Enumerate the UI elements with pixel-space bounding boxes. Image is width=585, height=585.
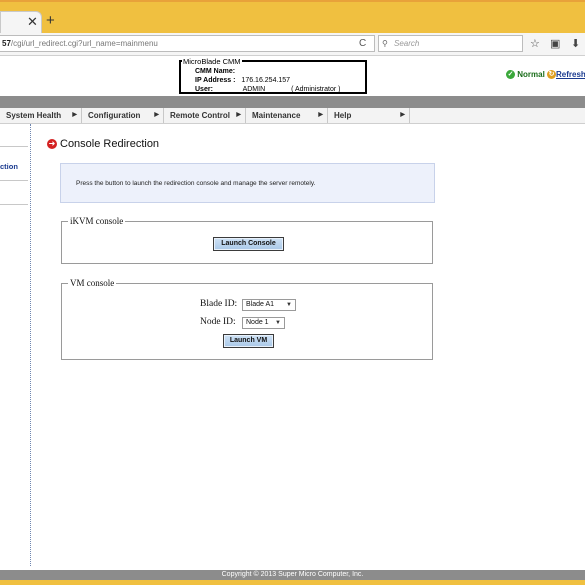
node-id-label: Node ID: [200,317,236,327]
menu-label: Configuration [88,111,141,120]
page-title-text: Console Redirection [60,138,160,150]
ip-label: IP Address : [195,77,236,84]
main-menu: System Health ▶ Configuration ▶ Remote C… [0,108,585,124]
url-bar[interactable]: 57/cgi/url_redirect.cgi?url_name=mainmen… [0,35,375,52]
menu-arrow-icon: ▶ [72,112,77,118]
refresh-link[interactable]: Refresh [556,70,585,79]
menu-remote-control[interactable]: Remote Control ▶ [164,108,246,123]
browser-tab[interactable]: ✕ [0,11,42,35]
arrow-right-icon: ➜ [47,139,57,150]
user-row: User: ADMIN ( Administrator ) [195,86,340,93]
browser-nav-bar: 57/cgi/url_redirect.cgi?url_name=mainmen… [0,33,585,56]
launch-vm-button[interactable]: Launch VM [223,334,274,348]
chevron-down-icon: ▼ [286,302,292,308]
search-icon: ⚲ [382,39,388,48]
reload-icon[interactable]: C [359,38,366,49]
status-ok-icon: ✓ [506,70,515,80]
ikvm-console-group: iKVM console Launch Console [61,216,433,264]
menu-maintenance[interactable]: Maintenance ▶ [246,108,328,123]
cmm-name-label: CMM Name: [195,68,236,75]
close-tab-icon[interactable]: ✕ [27,15,38,29]
bottom-strip [0,580,585,585]
chevron-down-icon: ▼ [275,320,281,326]
ip-row: IP Address : 176.16.254.157 [195,77,290,84]
page-title: ➜ Console Redirection [47,138,159,150]
node-id-value: Node 1 [246,319,269,326]
user-label: User: [195,86,213,93]
info-text: Press the button to launch the redirecti… [76,180,316,187]
menu-label: System Health [6,111,62,120]
vm-console-group: VM console Blade ID: Blade A1 ▼ Node ID:… [61,278,433,360]
sidebar-divider [0,180,28,181]
menu-arrow-icon: ▶ [400,112,405,118]
header-band [0,96,585,108]
node-id-select[interactable]: Node 1 ▼ [242,317,285,329]
menu-label: Maintenance [252,111,301,120]
menu-system-health[interactable]: System Health ▶ [0,108,82,123]
menu-help[interactable]: Help ▶ [328,108,410,123]
cmm-info-box: MicroBlade CMM CMM Name: IP Address : 17… [179,57,367,94]
blade-id-select[interactable]: Blade A1 ▼ [242,299,296,311]
launch-console-button[interactable]: Launch Console [213,237,284,251]
sidebar-item-console-redirection[interactable]: ction [0,162,18,171]
clipboard-icon[interactable]: ▣ [550,37,560,50]
menu-arrow-icon: ▶ [154,112,159,118]
search-placeholder: Search [394,39,420,48]
refresh-icon[interactable]: ↻ [547,70,557,80]
menu-arrow-icon: ▶ [318,112,323,118]
bookmark-star-icon[interactable]: ☆ [530,37,540,50]
download-icon[interactable]: ⬇ [571,37,580,50]
sidebar-divider [0,146,28,147]
sidebar-divider [0,204,28,205]
menu-label: Remote Control [170,111,230,120]
user-role: ( Administrator ) [291,86,341,93]
page-header: MicroBlade CMM CMM Name: IP Address : 17… [0,56,585,96]
blade-id-value: Blade A1 [246,301,275,308]
blade-id-label: Blade ID: [200,299,238,309]
search-input[interactable]: ⚲ Search [378,35,523,52]
status-text: Normal [517,70,545,79]
menu-arrow-icon: ▶ [236,112,241,118]
menu-label: Help [334,111,352,120]
vm-legend: VM console [68,278,117,288]
url-text: 57/cgi/url_redirect.cgi?url_name=mainmen… [2,39,158,48]
cmm-title: MicroBlade CMM [182,57,242,66]
ip-value: 176.16.254.157 [241,77,291,84]
ikvm-legend: iKVM console [68,216,126,226]
user-value: ADMIN [242,86,266,93]
footer: Copyright © 2013 Super Micro Computer, I… [0,570,585,580]
cmm-name-row: CMM Name: [195,68,235,75]
menu-configuration[interactable]: Configuration ▶ [82,108,164,123]
browser-tab-bar: ✕ + [0,0,585,35]
status-area: ✓ Normal ↻ Refresh [506,70,585,80]
new-tab-icon[interactable]: + [46,13,55,29]
info-box: Press the button to launch the redirecti… [60,163,435,203]
sidebar: ction [0,124,31,566]
